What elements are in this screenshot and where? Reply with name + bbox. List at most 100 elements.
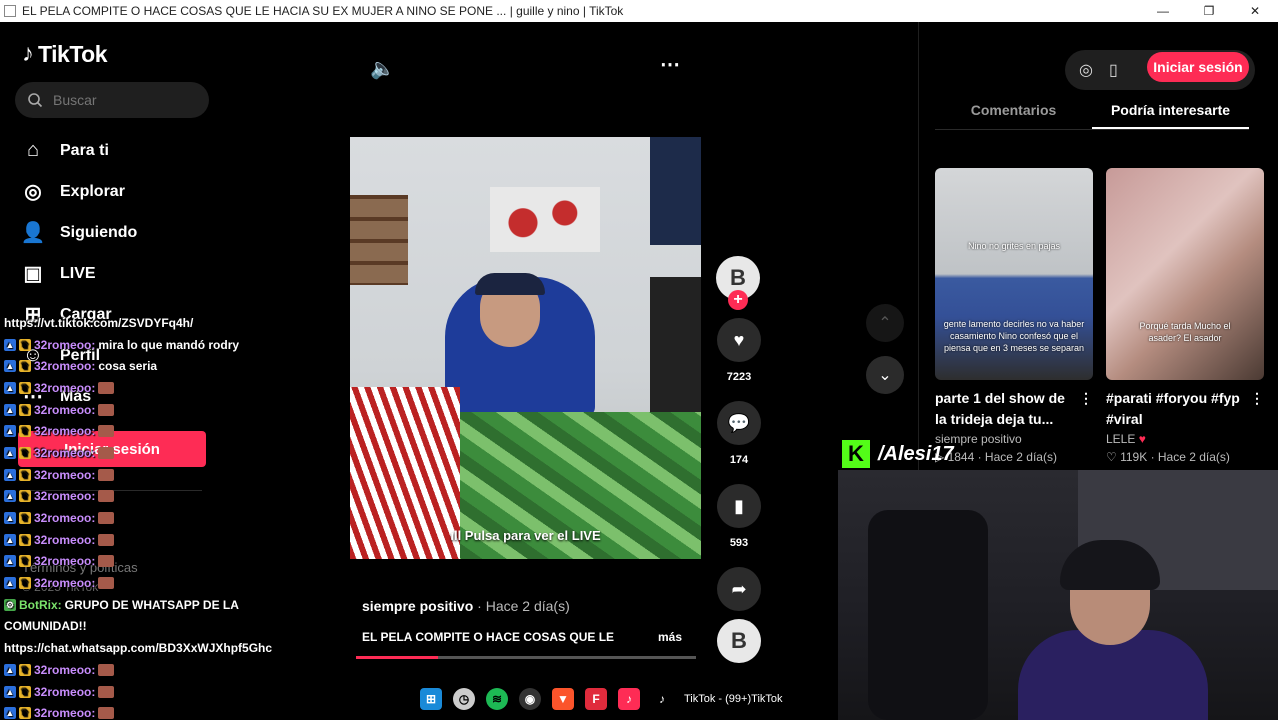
sidebar-item-live[interactable]: ▣ LIVE: [20, 253, 137, 294]
comment-action[interactable]: 💬 174: [716, 401, 762, 466]
chat-emote-icon: [98, 707, 115, 720]
search-icon: [28, 93, 43, 108]
tab-comentarios[interactable]: Comentarios: [935, 94, 1092, 129]
card-title[interactable]: #parati #foryou #fyp #viral ⋮: [1106, 388, 1264, 430]
avatar-letter: B: [730, 265, 746, 290]
chat-username[interactable]: BotRix:: [19, 598, 62, 612]
chat-text: COMUNIDAD!!: [4, 619, 87, 634]
next-author-avatar[interactable]: B: [717, 619, 761, 663]
next-video-button[interactable]: ⌄: [866, 356, 904, 394]
chat-username[interactable]: 32romeoo:: [34, 511, 95, 525]
share-icon[interactable]: ➦: [717, 567, 761, 611]
thumb-overlay-bottom: Porqué tarda Mucho el asader? El asador: [1139, 321, 1231, 343]
chat-username[interactable]: 32romeoo:: [34, 489, 95, 503]
card-author[interactable]: LELE ♥: [1106, 432, 1264, 446]
card-stats: ♡ 119K · Hace 2 día(s): [1106, 450, 1264, 464]
chevron-up-icon: ⌃: [878, 315, 892, 332]
card-thumbnail[interactable]: Nino no grites en pajas gente lamento de…: [935, 168, 1093, 380]
follow-plus-icon[interactable]: +: [728, 290, 748, 310]
following-icon: 👤: [20, 222, 46, 244]
windows-start-icon[interactable]: ⊞: [420, 688, 442, 710]
sidebar-item-para-ti[interactable]: ⌂ Para ti: [20, 130, 137, 171]
search-box[interactable]: [15, 82, 209, 118]
compass-icon: ◎: [24, 181, 42, 203]
search-input[interactable]: [53, 92, 193, 108]
live-hint[interactable]: ıll Pulsa para ver el LIVE: [350, 528, 701, 543]
chat-username[interactable]: 32romeoo:: [34, 446, 95, 460]
tab-podria-interesarte[interactable]: Podría interesarte: [1092, 94, 1249, 129]
kebab-icon[interactable]: ⋮: [1079, 388, 1093, 409]
chat-username[interactable]: 32romeoo:: [34, 338, 95, 352]
previous-video-button[interactable]: ⌃: [866, 304, 904, 342]
tiktok-logo[interactable]: ♪ TikTok: [22, 40, 108, 68]
heart-icon[interactable]: ♥: [717, 318, 761, 362]
chevron-down-icon: ⌄: [878, 367, 892, 384]
avatar-letter: B: [731, 628, 747, 653]
minimize-button[interactable]: —: [1140, 4, 1186, 18]
video-progress-bar[interactable]: [356, 656, 696, 659]
maximize-button[interactable]: ❐: [1186, 4, 1232, 18]
stream-chat-overlay: https://vt.tiktok.com/ZSVDYFq4h/▲ ♛ 32rome…: [4, 312, 314, 720]
header-login-button[interactable]: Iniciar sesión: [1147, 52, 1249, 82]
author-avatar[interactable]: B +: [716, 256, 760, 310]
recommended-card[interactable]: Nino no grites en pajas gente lamento de…: [935, 168, 1093, 464]
crown-badge-icon: ♛: [19, 512, 31, 525]
card-title[interactable]: parte 1 del show de la trideja deja tu..…: [935, 388, 1093, 430]
chat-emote-icon: [98, 490, 115, 503]
game-launcher-icon[interactable]: F: [585, 688, 607, 710]
chat-username[interactable]: 32romeoo:: [34, 468, 95, 482]
chat-username[interactable]: 32romeoo:: [34, 663, 95, 677]
subscriber-badge-icon: ▲: [4, 360, 16, 373]
spotify-icon[interactable]: ≋: [486, 688, 508, 710]
caption-more-button[interactable]: más: [658, 630, 682, 644]
chat-emote-icon: [98, 512, 115, 525]
chat-username[interactable]: 32romeoo:: [34, 424, 95, 438]
like-action[interactable]: ♥ 7223: [716, 318, 762, 383]
chat-message: ▲ ♛ 32romeoo:: [4, 659, 314, 681]
app-icon: [4, 5, 16, 17]
chat-username[interactable]: 32romeoo:: [34, 706, 95, 720]
close-button[interactable]: ✕: [1232, 4, 1278, 18]
thumb-overlay-bottom: gente lamento decirles no va haber casam…: [943, 319, 1085, 353]
clock-app-icon[interactable]: ◷: [453, 688, 475, 710]
bookmark-icon[interactable]: ▮: [717, 484, 761, 528]
recommended-card[interactable]: Porqué tarda Mucho el asader? El asador …: [1106, 168, 1264, 464]
crown-badge-icon: ♛: [19, 381, 31, 394]
chat-username[interactable]: 32romeoo:: [34, 359, 95, 373]
thumb-overlay-top: Nino no grites en pajas: [967, 241, 1061, 251]
phone-icon[interactable]: ▯: [1109, 60, 1118, 80]
card-author[interactable]: siempre positivo: [935, 432, 1093, 446]
chat-username[interactable]: 32romeoo:: [34, 403, 95, 417]
card-thumbnail[interactable]: Porqué tarda Mucho el asader? El asador: [1106, 168, 1264, 380]
coin-icon[interactable]: ◎: [1079, 60, 1093, 80]
chat-emote-icon: [98, 468, 115, 481]
subscriber-badge-icon: ▲: [4, 468, 16, 481]
chat-message: https://chat.whatsapp.com/BD3XxWJXhpf5Gh…: [4, 637, 314, 659]
sidebar-item-siguiendo[interactable]: 👤 Siguiendo: [20, 212, 138, 253]
tiktok-window-icon[interactable]: ♪: [651, 688, 673, 710]
streamer-name: /Alesi17: [878, 442, 954, 465]
chat-username[interactable]: 32romeoo:: [34, 685, 95, 699]
taskbar-active-label[interactable]: TikTok - (99+)TikTok: [684, 693, 783, 705]
sidebar-item-explorar[interactable]: ◎ Explorar: [20, 171, 137, 212]
chat-username[interactable]: 32romeoo:: [34, 381, 95, 395]
chat-text: https://vt.tiktok.com/ZSVDYFq4h/: [4, 315, 194, 330]
video-player[interactable]: ıll Pulsa para ver el LIVE: [350, 137, 701, 559]
brave-browser-icon[interactable]: ▼: [552, 688, 574, 710]
chat-username[interactable]: 32romeoo:: [34, 533, 95, 547]
tiktok-app-icon[interactable]: ♪: [618, 688, 640, 710]
chat-message: ▲ ♛ 32romeoo:: [4, 507, 314, 529]
chat-username[interactable]: 32romeoo:: [34, 576, 95, 590]
more-options-icon[interactable]: ⋯: [660, 52, 681, 77]
save-action[interactable]: ▮ 593: [716, 484, 762, 549]
video-tv: [650, 137, 701, 245]
comment-icon[interactable]: 💬: [717, 401, 761, 445]
tiktok-note-icon: ♪: [22, 40, 34, 67]
chat-message: https://vt.tiktok.com/ZSVDYFq4h/: [4, 312, 314, 334]
video-shelf: [350, 195, 408, 285]
video-author[interactable]: siempre positivo: [362, 598, 473, 614]
obs-icon[interactable]: ◉: [519, 688, 541, 710]
kebab-icon[interactable]: ⋮: [1250, 388, 1264, 409]
volume-icon[interactable]: 🔈: [370, 56, 395, 81]
chat-username[interactable]: 32romeoo:: [34, 554, 95, 568]
